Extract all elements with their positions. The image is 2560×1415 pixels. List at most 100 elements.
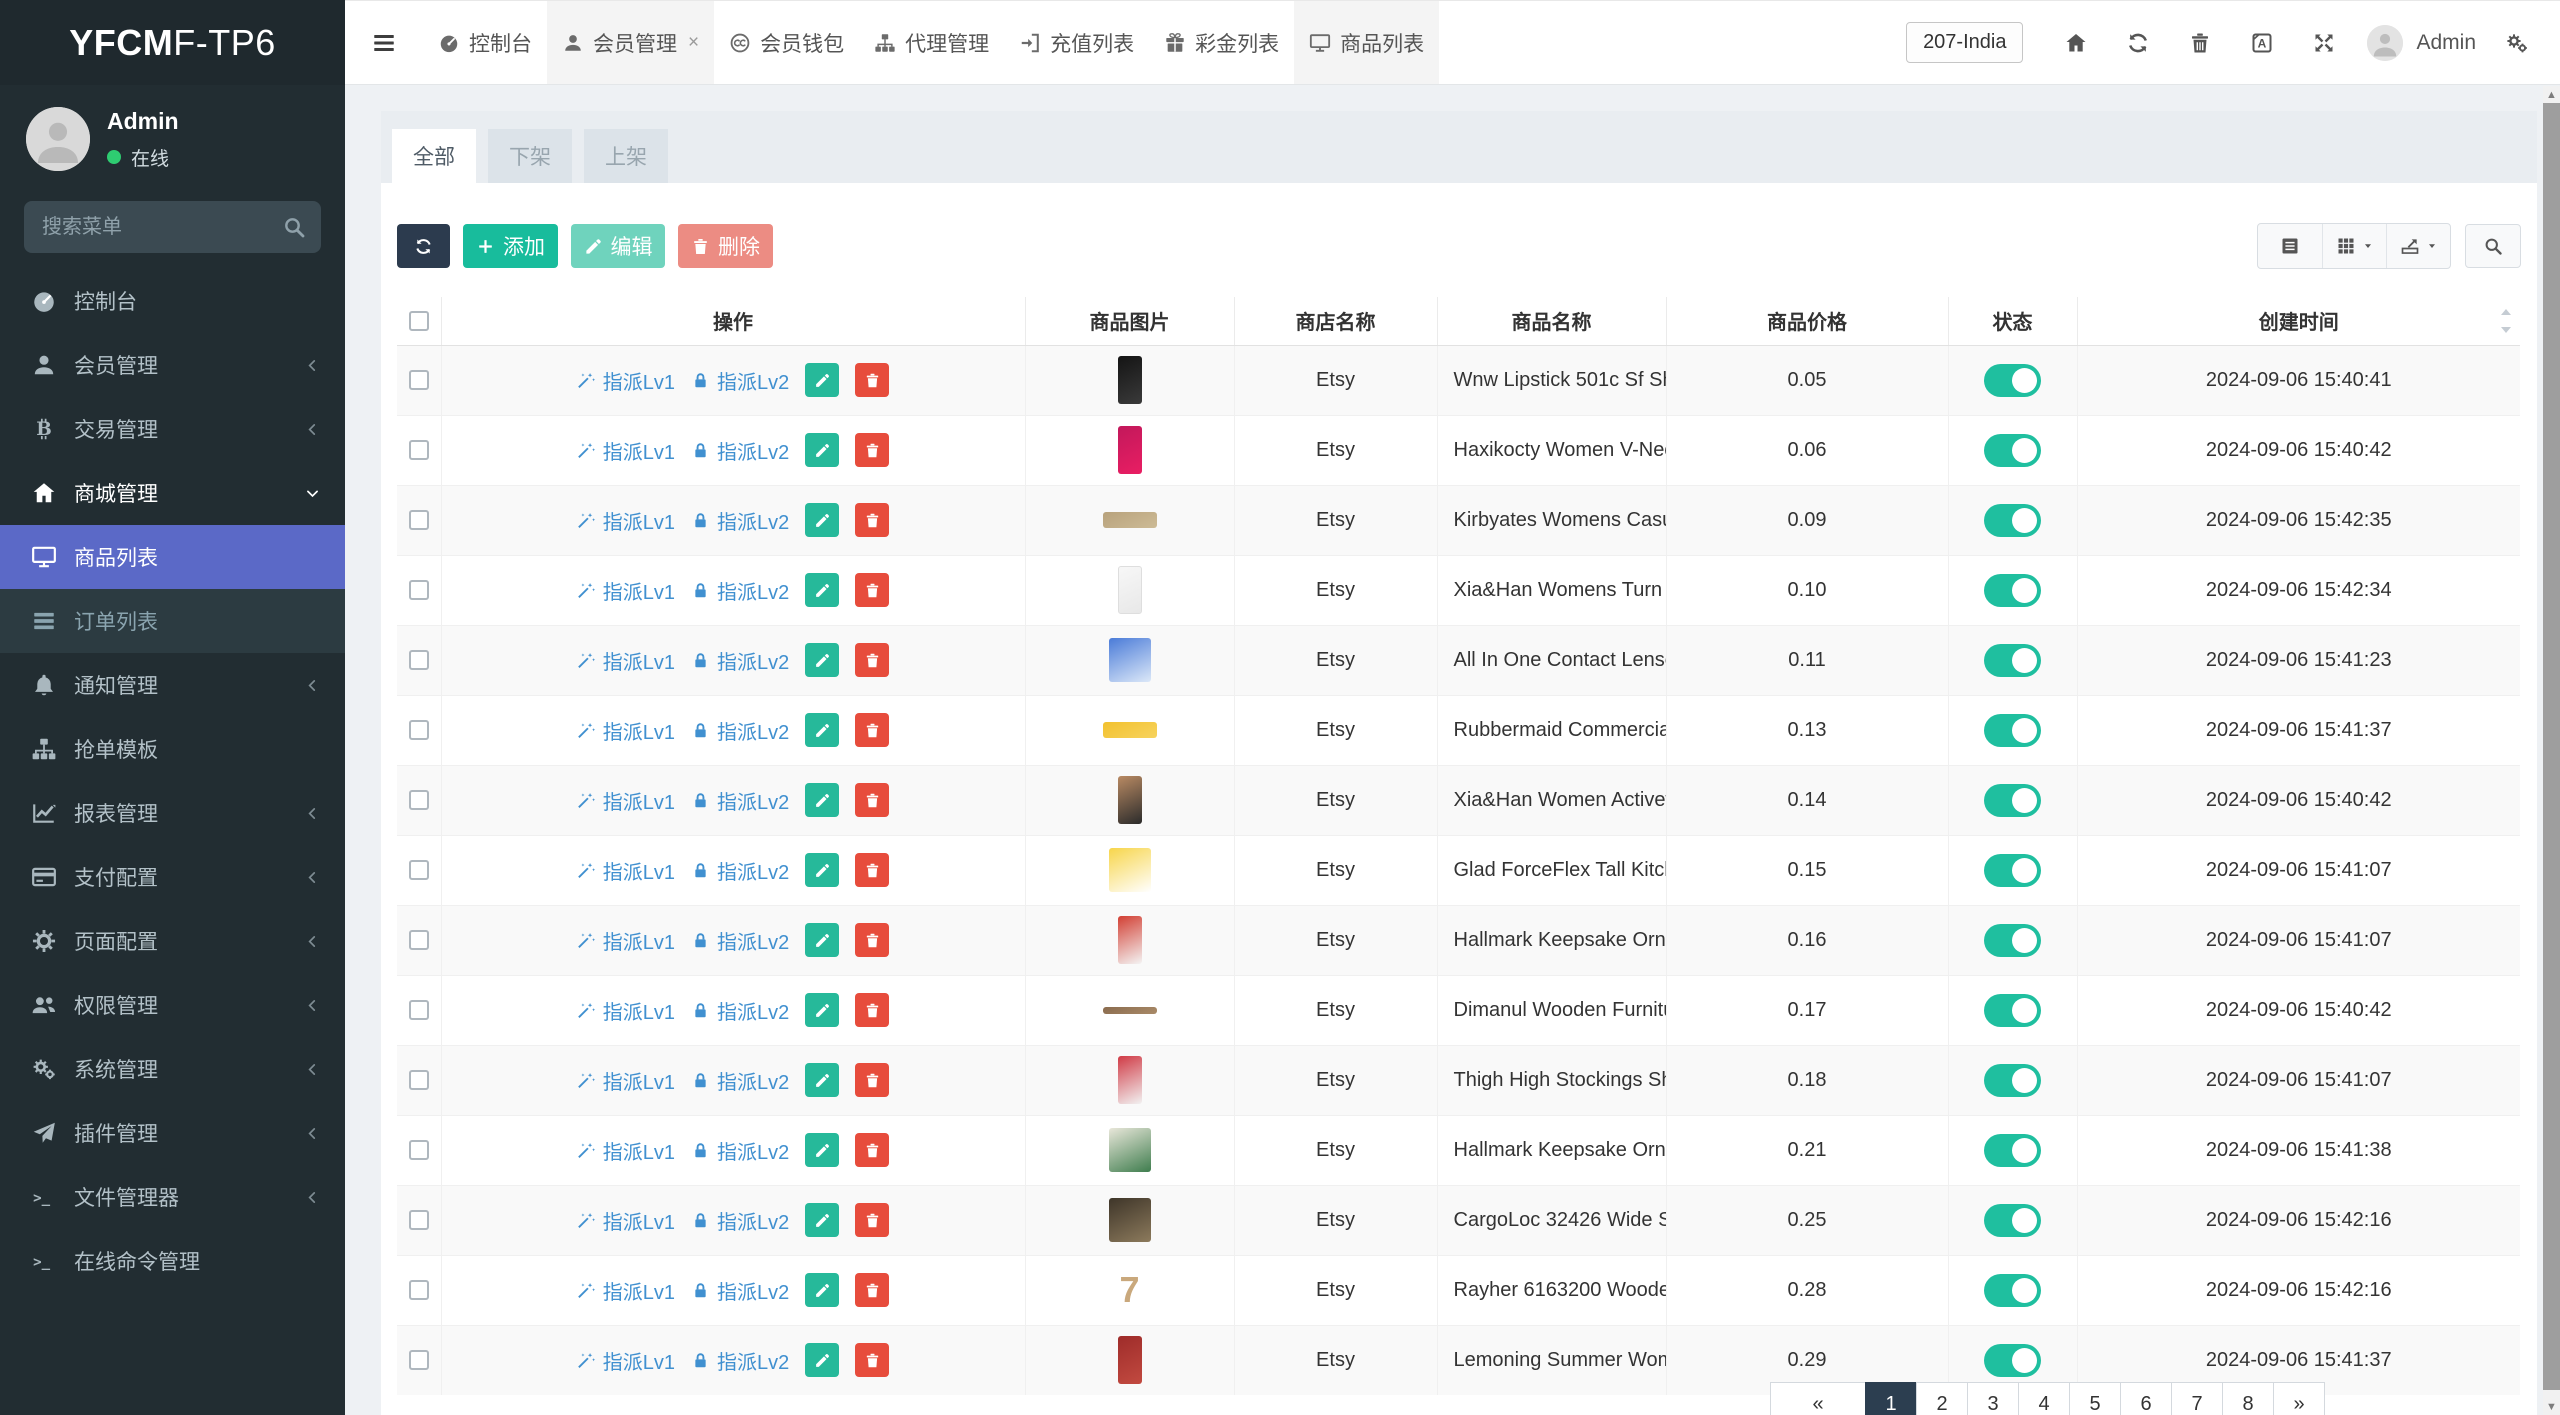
delete-row-button[interactable] — [855, 1273, 889, 1307]
status-toggle[interactable] — [1984, 434, 2041, 467]
sidebar-item-system[interactable]: 系统管理 — [0, 1037, 345, 1101]
assign-lv1-link[interactable]: 指派Lv1 — [577, 786, 675, 815]
edit-row-button[interactable] — [805, 783, 839, 817]
status-toggle[interactable] — [1984, 364, 2041, 397]
delete-row-button[interactable] — [855, 363, 889, 397]
delete-row-button[interactable] — [855, 1063, 889, 1097]
delete-row-button[interactable] — [855, 783, 889, 817]
sidebar-item-goods-list[interactable]: 商品列表 — [0, 525, 345, 589]
page-button[interactable]: » — [2273, 1382, 2325, 1415]
filter-tab-off[interactable]: 下架 — [488, 129, 572, 183]
add-button[interactable]: 添加 — [463, 224, 558, 268]
assign-lv2-link[interactable]: 指派Lv2 — [691, 1276, 789, 1305]
sidebar-item-notice[interactable]: 通知管理 — [0, 653, 345, 717]
nav-tab-members[interactable]: 会员管理× — [547, 1, 714, 84]
assign-lv1-link[interactable]: 指派Lv1 — [577, 366, 675, 395]
assign-lv2-link[interactable]: 指派Lv2 — [691, 786, 789, 815]
row-checkbox[interactable] — [409, 720, 429, 740]
delete-row-button[interactable] — [855, 713, 889, 747]
sidebar-item-console[interactable]: 控制台 — [0, 269, 345, 333]
status-toggle[interactable] — [1984, 1134, 2041, 1167]
row-checkbox[interactable] — [409, 930, 429, 950]
assign-lv2-link[interactable]: 指派Lv2 — [691, 1066, 789, 1095]
settings-button[interactable] — [2488, 0, 2546, 85]
col-header-created[interactable]: 创建时间 — [2077, 297, 2520, 345]
sidebar-item-commands[interactable]: >_在线命令管理 — [0, 1229, 345, 1293]
filter-tab-on[interactable]: 上架 — [584, 129, 668, 183]
delete-row-button[interactable] — [855, 433, 889, 467]
page-button[interactable]: 5 — [2069, 1382, 2121, 1415]
nav-tab-wallet[interactable]: 会员钱包 — [714, 1, 859, 84]
assign-lv1-link[interactable]: 指派Lv1 — [577, 506, 675, 535]
nav-tab-bonus[interactable]: 彩金列表 — [1149, 1, 1294, 84]
edit-row-button[interactable] — [805, 1133, 839, 1167]
edit-row-button[interactable] — [805, 1063, 839, 1097]
row-checkbox[interactable] — [409, 1280, 429, 1300]
status-toggle[interactable] — [1984, 784, 2041, 817]
row-checkbox[interactable] — [409, 1070, 429, 1090]
edit-row-button[interactable] — [805, 993, 839, 1027]
assign-lv1-link[interactable]: 指派Lv1 — [577, 1346, 675, 1375]
sidebar-toggle-button[interactable] — [345, 1, 423, 84]
sidebar-item-plugins[interactable]: 插件管理 — [0, 1101, 345, 1165]
sidebar-item-trade[interactable]: B交易管理 — [0, 397, 345, 461]
vertical-scrollbar[interactable]: ▲ ▼ — [2543, 86, 2560, 1415]
sidebar-item-orders[interactable]: 订单列表 — [0, 589, 345, 653]
status-toggle[interactable] — [1984, 994, 2041, 1027]
sidebar-item-perms[interactable]: 权限管理 — [0, 973, 345, 1037]
assign-lv1-link[interactable]: 指派Lv1 — [577, 646, 675, 675]
assign-lv2-link[interactable]: 指派Lv2 — [691, 996, 789, 1025]
search-toggle-button[interactable] — [2465, 224, 2521, 268]
sidebar-search-input[interactable] — [24, 201, 321, 253]
row-checkbox[interactable] — [409, 790, 429, 810]
assign-lv2-link[interactable]: 指派Lv2 — [691, 366, 789, 395]
assign-lv1-link[interactable]: 指派Lv1 — [577, 716, 675, 745]
delete-row-button[interactable] — [855, 923, 889, 957]
navbar-user[interactable]: Admin — [2355, 25, 2488, 61]
sidebar-item-pages[interactable]: 页面配置 — [0, 909, 345, 973]
edit-row-button[interactable] — [805, 363, 839, 397]
edit-row-button[interactable] — [805, 573, 839, 607]
assign-lv1-link[interactable]: 指派Lv1 — [577, 436, 675, 465]
status-toggle[interactable] — [1984, 1344, 2041, 1377]
sidebar-item-members[interactable]: 会员管理 — [0, 333, 345, 397]
home-button[interactable] — [2045, 0, 2107, 85]
assign-lv1-link[interactable]: 指派Lv1 — [577, 926, 675, 955]
status-toggle[interactable] — [1984, 1064, 2041, 1097]
filter-tab-all[interactable]: 全部 — [392, 129, 476, 183]
status-toggle[interactable] — [1984, 714, 2041, 747]
scroll-up-icon[interactable]: ▲ — [2543, 86, 2560, 103]
export-button[interactable] — [2386, 224, 2450, 268]
status-toggle[interactable] — [1984, 924, 2041, 957]
status-toggle[interactable] — [1984, 854, 2041, 887]
edit-row-button[interactable] — [805, 503, 839, 537]
columns-button[interactable] — [2322, 224, 2386, 268]
page-button[interactable]: 8 — [2222, 1382, 2274, 1415]
assign-lv2-link[interactable]: 指派Lv2 — [691, 576, 789, 605]
edit-row-button[interactable] — [805, 923, 839, 957]
assign-lv1-link[interactable]: 指派Lv1 — [577, 996, 675, 1025]
assign-lv1-link[interactable]: 指派Lv1 — [577, 1136, 675, 1165]
row-checkbox[interactable] — [409, 440, 429, 460]
sidebar-item-grab[interactable]: 抢单模板 — [0, 717, 345, 781]
delete-row-button[interactable] — [855, 1343, 889, 1377]
status-toggle[interactable] — [1984, 574, 2041, 607]
close-tab-icon[interactable]: × — [688, 32, 699, 54]
page-button[interactable]: « — [1770, 1382, 1866, 1415]
page-button[interactable]: 3 — [1967, 1382, 2019, 1415]
assign-lv2-link[interactable]: 指派Lv2 — [691, 506, 789, 535]
row-checkbox[interactable] — [409, 650, 429, 670]
assign-lv2-link[interactable]: 指派Lv2 — [691, 1206, 789, 1235]
assign-lv1-link[interactable]: 指派Lv1 — [577, 1206, 675, 1235]
row-checkbox[interactable] — [409, 580, 429, 600]
edit-row-button[interactable] — [805, 1343, 839, 1377]
assign-lv2-link[interactable]: 指派Lv2 — [691, 856, 789, 885]
assign-lv1-link[interactable]: 指派Lv1 — [577, 576, 675, 605]
status-toggle[interactable] — [1984, 1274, 2041, 1307]
row-checkbox[interactable] — [409, 1140, 429, 1160]
toggle-view-button[interactable] — [2258, 224, 2322, 268]
assign-lv2-link[interactable]: 指派Lv2 — [691, 646, 789, 675]
assign-lv2-link[interactable]: 指派Lv2 — [691, 926, 789, 955]
delete-row-button[interactable] — [855, 643, 889, 677]
nav-tab-agents[interactable]: 代理管理 — [859, 1, 1004, 84]
